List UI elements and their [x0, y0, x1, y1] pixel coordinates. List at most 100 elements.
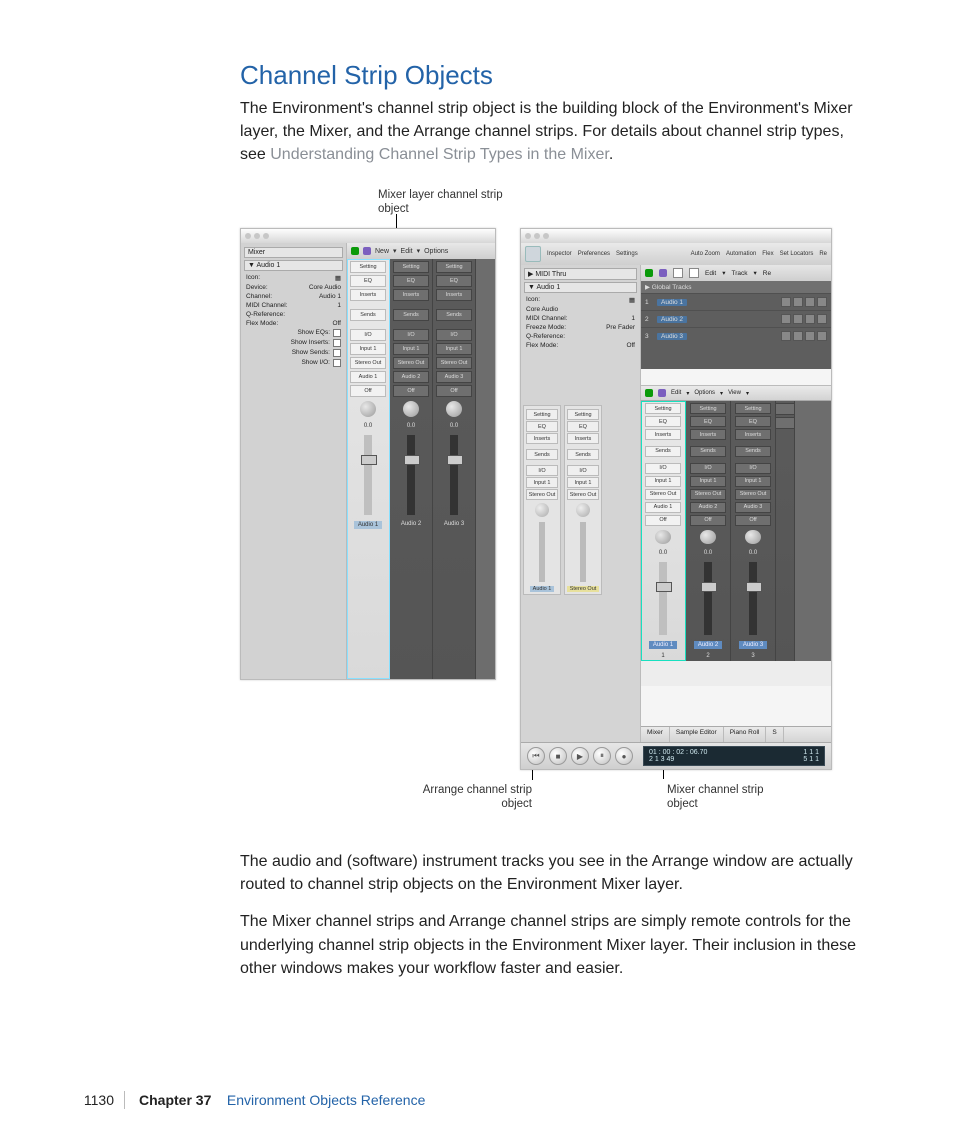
inserts-slot[interactable]: Inserts [645, 429, 681, 440]
solo-icon[interactable] [817, 297, 827, 307]
sends-slot[interactable]: Sends [735, 446, 771, 457]
catch-icon[interactable] [659, 269, 667, 277]
setting-slot[interactable]: Setting [393, 261, 429, 273]
link-icon[interactable] [351, 247, 359, 255]
sends-slot[interactable]: Sends [436, 309, 472, 321]
volume-fader[interactable] [539, 522, 545, 582]
tab-piano-roll[interactable]: Piano Roll [724, 727, 767, 743]
menu-track[interactable]: Track [731, 270, 747, 277]
menu-view[interactable]: View [728, 390, 741, 396]
inserts-slot[interactable]: Inserts [567, 433, 599, 444]
tb-flex[interactable]: Flex [762, 251, 773, 257]
mute-icon[interactable] [805, 331, 815, 341]
input-monitor-icon[interactable] [781, 331, 791, 341]
mixer-channel-strip[interactable] [776, 401, 795, 661]
menu-more[interactable]: Re [763, 270, 771, 277]
volume-fader[interactable] [580, 522, 586, 582]
automation-mode[interactable]: Off [690, 515, 726, 526]
intro-link[interactable]: Understanding Channel Strip Types in the… [270, 146, 609, 163]
automation-mode[interactable]: Off [645, 515, 681, 526]
insp-check[interactable]: Show EQs: [244, 328, 343, 338]
input-slot[interactable]: Input 1 [350, 343, 386, 355]
insp-midi-thru[interactable]: ▶ MIDI Thru [524, 268, 637, 280]
minimize-icon[interactable] [254, 233, 260, 239]
inserts-slot[interactable]: Inserts [350, 289, 386, 301]
record-enable-icon[interactable] [793, 297, 803, 307]
sends-slot[interactable]: Sends [393, 309, 429, 321]
menu-edit[interactable]: Edit [401, 248, 413, 255]
volume-fader[interactable] [749, 562, 757, 635]
tb-more[interactable]: Re [819, 251, 827, 257]
eq-slot[interactable]: EQ [645, 416, 681, 427]
insp-audio-head[interactable]: ▼ Audio 1 [524, 282, 637, 293]
zoom-icon[interactable] [543, 233, 549, 239]
sidebar-audio-head[interactable]: ▼ Audio 1 [244, 260, 343, 271]
mute-icon[interactable] [805, 297, 815, 307]
inserts-slot[interactable]: Inserts [690, 429, 726, 440]
insp-check[interactable]: Show Inserts: [244, 338, 343, 348]
link-icon[interactable] [645, 269, 653, 277]
input-slot[interactable]: Input 1 [393, 343, 429, 355]
pan-knob[interactable] [700, 530, 716, 545]
sends-slot[interactable]: Sends [350, 309, 386, 321]
setting-slot[interactable]: Setting [735, 403, 771, 414]
pause-icon[interactable]: ⏸ [593, 747, 611, 765]
global-tracks-header[interactable]: ▶ Global Tracks [641, 281, 831, 293]
output-slot[interactable]: Stereo Out [690, 489, 726, 500]
sidebar-mixer-head[interactable]: Mixer [244, 247, 343, 258]
bus-slot[interactable]: Audio 3 [735, 502, 771, 513]
insp-check[interactable]: Show I/O: [244, 358, 343, 368]
sends-slot[interactable]: Sends [567, 449, 599, 460]
pan-knob[interactable] [576, 503, 590, 517]
tool-icon[interactable] [689, 268, 699, 278]
record-enable-icon[interactable] [793, 314, 803, 324]
mixer-channel-strip[interactable]: Setting EQ Inserts Sends I/O Input 1 Ste… [641, 401, 686, 661]
layer-icon[interactable] [658, 389, 666, 397]
tb-inspector[interactable]: Inspector [547, 251, 572, 257]
goto-start-icon[interactable]: ⏮ [527, 747, 545, 765]
output-slot[interactable]: Stereo Out [350, 357, 386, 369]
bus-slot[interactable]: Audio 1 [350, 371, 386, 383]
output-slot[interactable]: Stereo Out [393, 357, 429, 369]
pan-knob[interactable] [655, 530, 671, 545]
volume-fader[interactable] [659, 562, 667, 635]
sends-slot[interactable]: Sends [645, 446, 681, 457]
eq-slot[interactable]: EQ [436, 275, 472, 287]
track-row[interactable]: 1 Audio 1 [641, 293, 831, 310]
tb-automation[interactable]: Automation [726, 251, 756, 257]
input-slot[interactable]: Input 1 [645, 476, 681, 487]
eq-slot[interactable]: EQ [735, 416, 771, 427]
output-slot[interactable]: Stereo Out [567, 489, 599, 500]
inserts-slot[interactable]: Inserts [526, 433, 558, 444]
solo-icon[interactable] [817, 331, 827, 341]
pan-knob[interactable] [403, 401, 419, 417]
eq-slot[interactable]: EQ [393, 275, 429, 287]
pan-knob[interactable] [360, 401, 376, 417]
volume-fader[interactable] [364, 435, 372, 515]
input-slot[interactable]: Input 1 [735, 476, 771, 487]
inserts-slot[interactable]: Inserts [436, 289, 472, 301]
volume-fader[interactable] [704, 562, 712, 635]
menu-edit[interactable]: Edit [671, 390, 681, 396]
close-icon[interactable] [525, 233, 531, 239]
close-icon[interactable] [245, 233, 251, 239]
solo-icon[interactable] [817, 314, 827, 324]
input-monitor-icon[interactable] [781, 297, 791, 307]
bus-slot[interactable]: Audio 2 [690, 502, 726, 513]
mixer-channel-strip[interactable]: Setting EQ Inserts Sends I/O Input 1 Ste… [686, 401, 731, 661]
eq-slot[interactable]: EQ [567, 421, 599, 432]
bus-slot[interactable]: Audio 3 [436, 371, 472, 383]
track-row[interactable]: 3 Audio 3 [641, 327, 831, 344]
tab-mixer[interactable]: Mixer [641, 727, 670, 743]
bus-slot[interactable]: Audio 1 [645, 502, 681, 513]
inserts-slot[interactable]: Inserts [735, 429, 771, 440]
output-slot[interactable]: Stereo Out [645, 489, 681, 500]
output-slot[interactable]: Stereo Out [735, 489, 771, 500]
minimize-icon[interactable] [534, 233, 540, 239]
tab-sample-editor[interactable]: Sample Editor [670, 727, 724, 743]
automation-mode[interactable]: Off [735, 515, 771, 526]
bus-slot[interactable]: Audio 2 [393, 371, 429, 383]
volume-fader[interactable] [450, 435, 458, 515]
setting-slot[interactable]: Setting [690, 403, 726, 414]
tb-setlocators[interactable]: Set Locators [780, 251, 814, 257]
